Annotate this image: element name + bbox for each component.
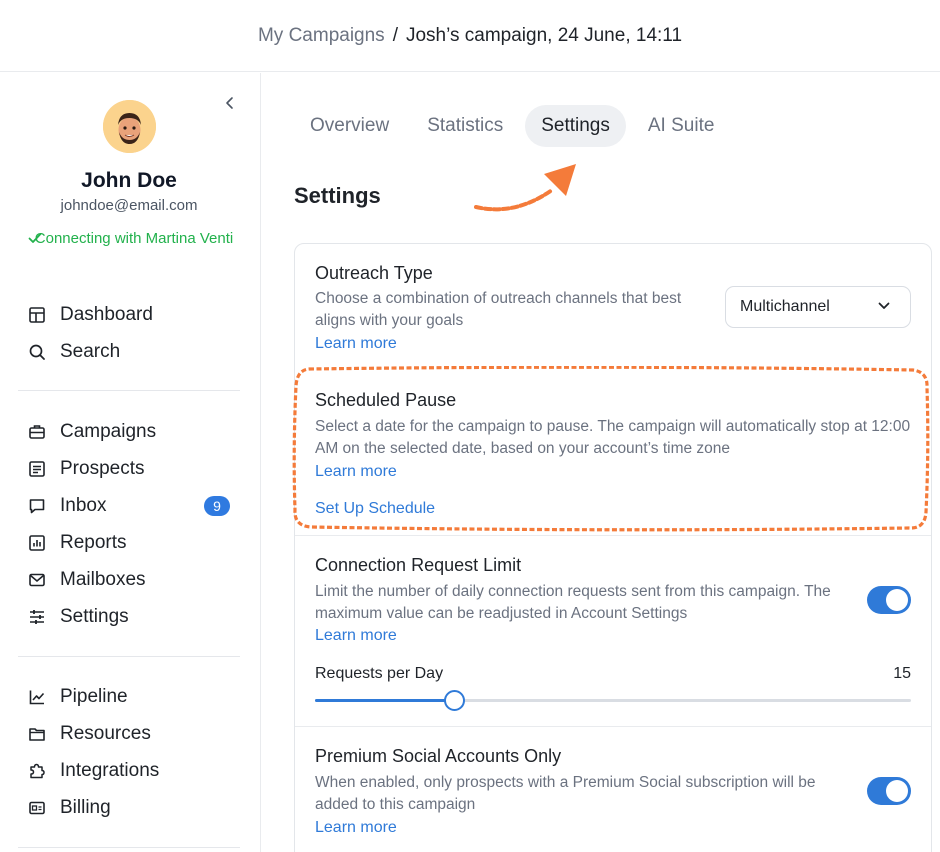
settings-card: Outreach Type Choose a combination of ou… <box>294 243 932 852</box>
inbox-count-badge: 9 <box>204 496 230 516</box>
bar-chart-icon <box>29 535 45 551</box>
nav-item-integrations[interactable]: Integrations <box>28 757 238 785</box>
chat-icon <box>29 499 45 514</box>
premium-only-toggle[interactable] <box>867 777 911 805</box>
sidebar-divider <box>18 390 240 391</box>
learn-more-link[interactable]: Learn more <box>315 819 397 837</box>
dashboard-icon <box>29 307 45 323</box>
premium-accounts-section: Premium Social Accounts Only When enable… <box>295 244 931 852</box>
tab-statistics[interactable]: Statistics <box>411 105 519 147</box>
user-email: johndoe@email.com <box>60 197 198 214</box>
sidebar-divider <box>18 847 240 848</box>
section-title: Premium Social Accounts Only <box>315 746 562 766</box>
tab-ai-suite[interactable]: AI Suite <box>632 105 731 147</box>
nav-item-label: Reports <box>60 532 127 553</box>
nav-item-prospects[interactable]: Prospects <box>28 455 238 483</box>
check-icon <box>28 233 42 243</box>
nav-item-label: Dashboard <box>60 304 153 325</box>
sidebar: John Doe johndoe@email.com Connecting wi… <box>0 73 261 852</box>
user-name: John Doe <box>81 169 177 192</box>
nav-item-campaigns[interactable]: Campaigns <box>28 418 238 446</box>
toggle-knob <box>886 780 908 802</box>
nav-item-label: Mailboxes <box>60 569 146 590</box>
tab-overview[interactable]: Overview <box>294 105 405 147</box>
chevron-left-icon[interactable] <box>222 95 238 111</box>
mail-icon <box>29 573 45 587</box>
section-description: When enabled, only prospects with a Prem… <box>315 774 816 813</box>
nav-item-label: Inbox <box>60 495 107 516</box>
nav-item-label: Integrations <box>60 760 160 781</box>
nav-item-label: Billing <box>60 797 111 818</box>
nav-item-label: Resources <box>60 723 151 744</box>
nav-item-label: Search <box>60 341 121 362</box>
search-icon <box>29 344 45 360</box>
breadcrumb-my-campaigns[interactable]: My Campaigns <box>258 25 385 46</box>
breadcrumb: My Campaigns / Josh’s campaign, 24 June, 1… <box>0 25 940 47</box>
avatar[interactable] <box>103 100 156 153</box>
line-chart-icon <box>29 690 45 705</box>
nav-item-inbox[interactable]: Inbox 9 <box>28 492 238 520</box>
nav-item-pipeline[interactable]: Pipeline <box>28 683 238 711</box>
page-title: Settings <box>294 183 381 208</box>
top-bar: My Campaigns / Josh’s campaign, 24 June, 1… <box>0 0 940 72</box>
nav-item-search[interactable]: Search <box>28 338 238 366</box>
tab-settings[interactable]: Settings <box>525 105 626 147</box>
list-icon <box>29 461 45 477</box>
nav-item-reports[interactable]: Reports <box>28 529 238 557</box>
nav-item-label: Campaigns <box>60 421 157 442</box>
breadcrumb-current: Josh’s campaign, 24 June, 14:11 <box>405 25 683 46</box>
campaign-tabs: Overview Statistics Settings AI Suite <box>294 105 736 147</box>
connection-status: Connecting with Martina Venti <box>24 228 244 249</box>
briefcase-icon <box>29 425 45 439</box>
folder-icon <box>29 728 45 741</box>
nav-item-resources[interactable]: Resources <box>28 720 238 748</box>
nav-item-dashboard[interactable]: Dashboard <box>28 301 238 329</box>
nav-item-label: Prospects <box>60 458 145 479</box>
nav-item-settings[interactable]: Settings <box>28 603 238 631</box>
nav-item-label: Settings <box>60 606 129 627</box>
connection-status-text: Connecting with Martina Venti <box>34 230 234 247</box>
nav-item-billing[interactable]: Billing <box>28 794 238 822</box>
breadcrumb-separator: / <box>392 25 398 46</box>
puzzle-icon <box>30 763 45 779</box>
sliders-icon <box>30 610 44 624</box>
nav-item-mailboxes[interactable]: Mailboxes <box>28 566 238 594</box>
sidebar-divider <box>18 656 240 657</box>
id-card-icon <box>29 801 45 815</box>
nav-item-label: Pipeline <box>60 686 128 707</box>
annotation-arrow-icon <box>474 164 576 212</box>
